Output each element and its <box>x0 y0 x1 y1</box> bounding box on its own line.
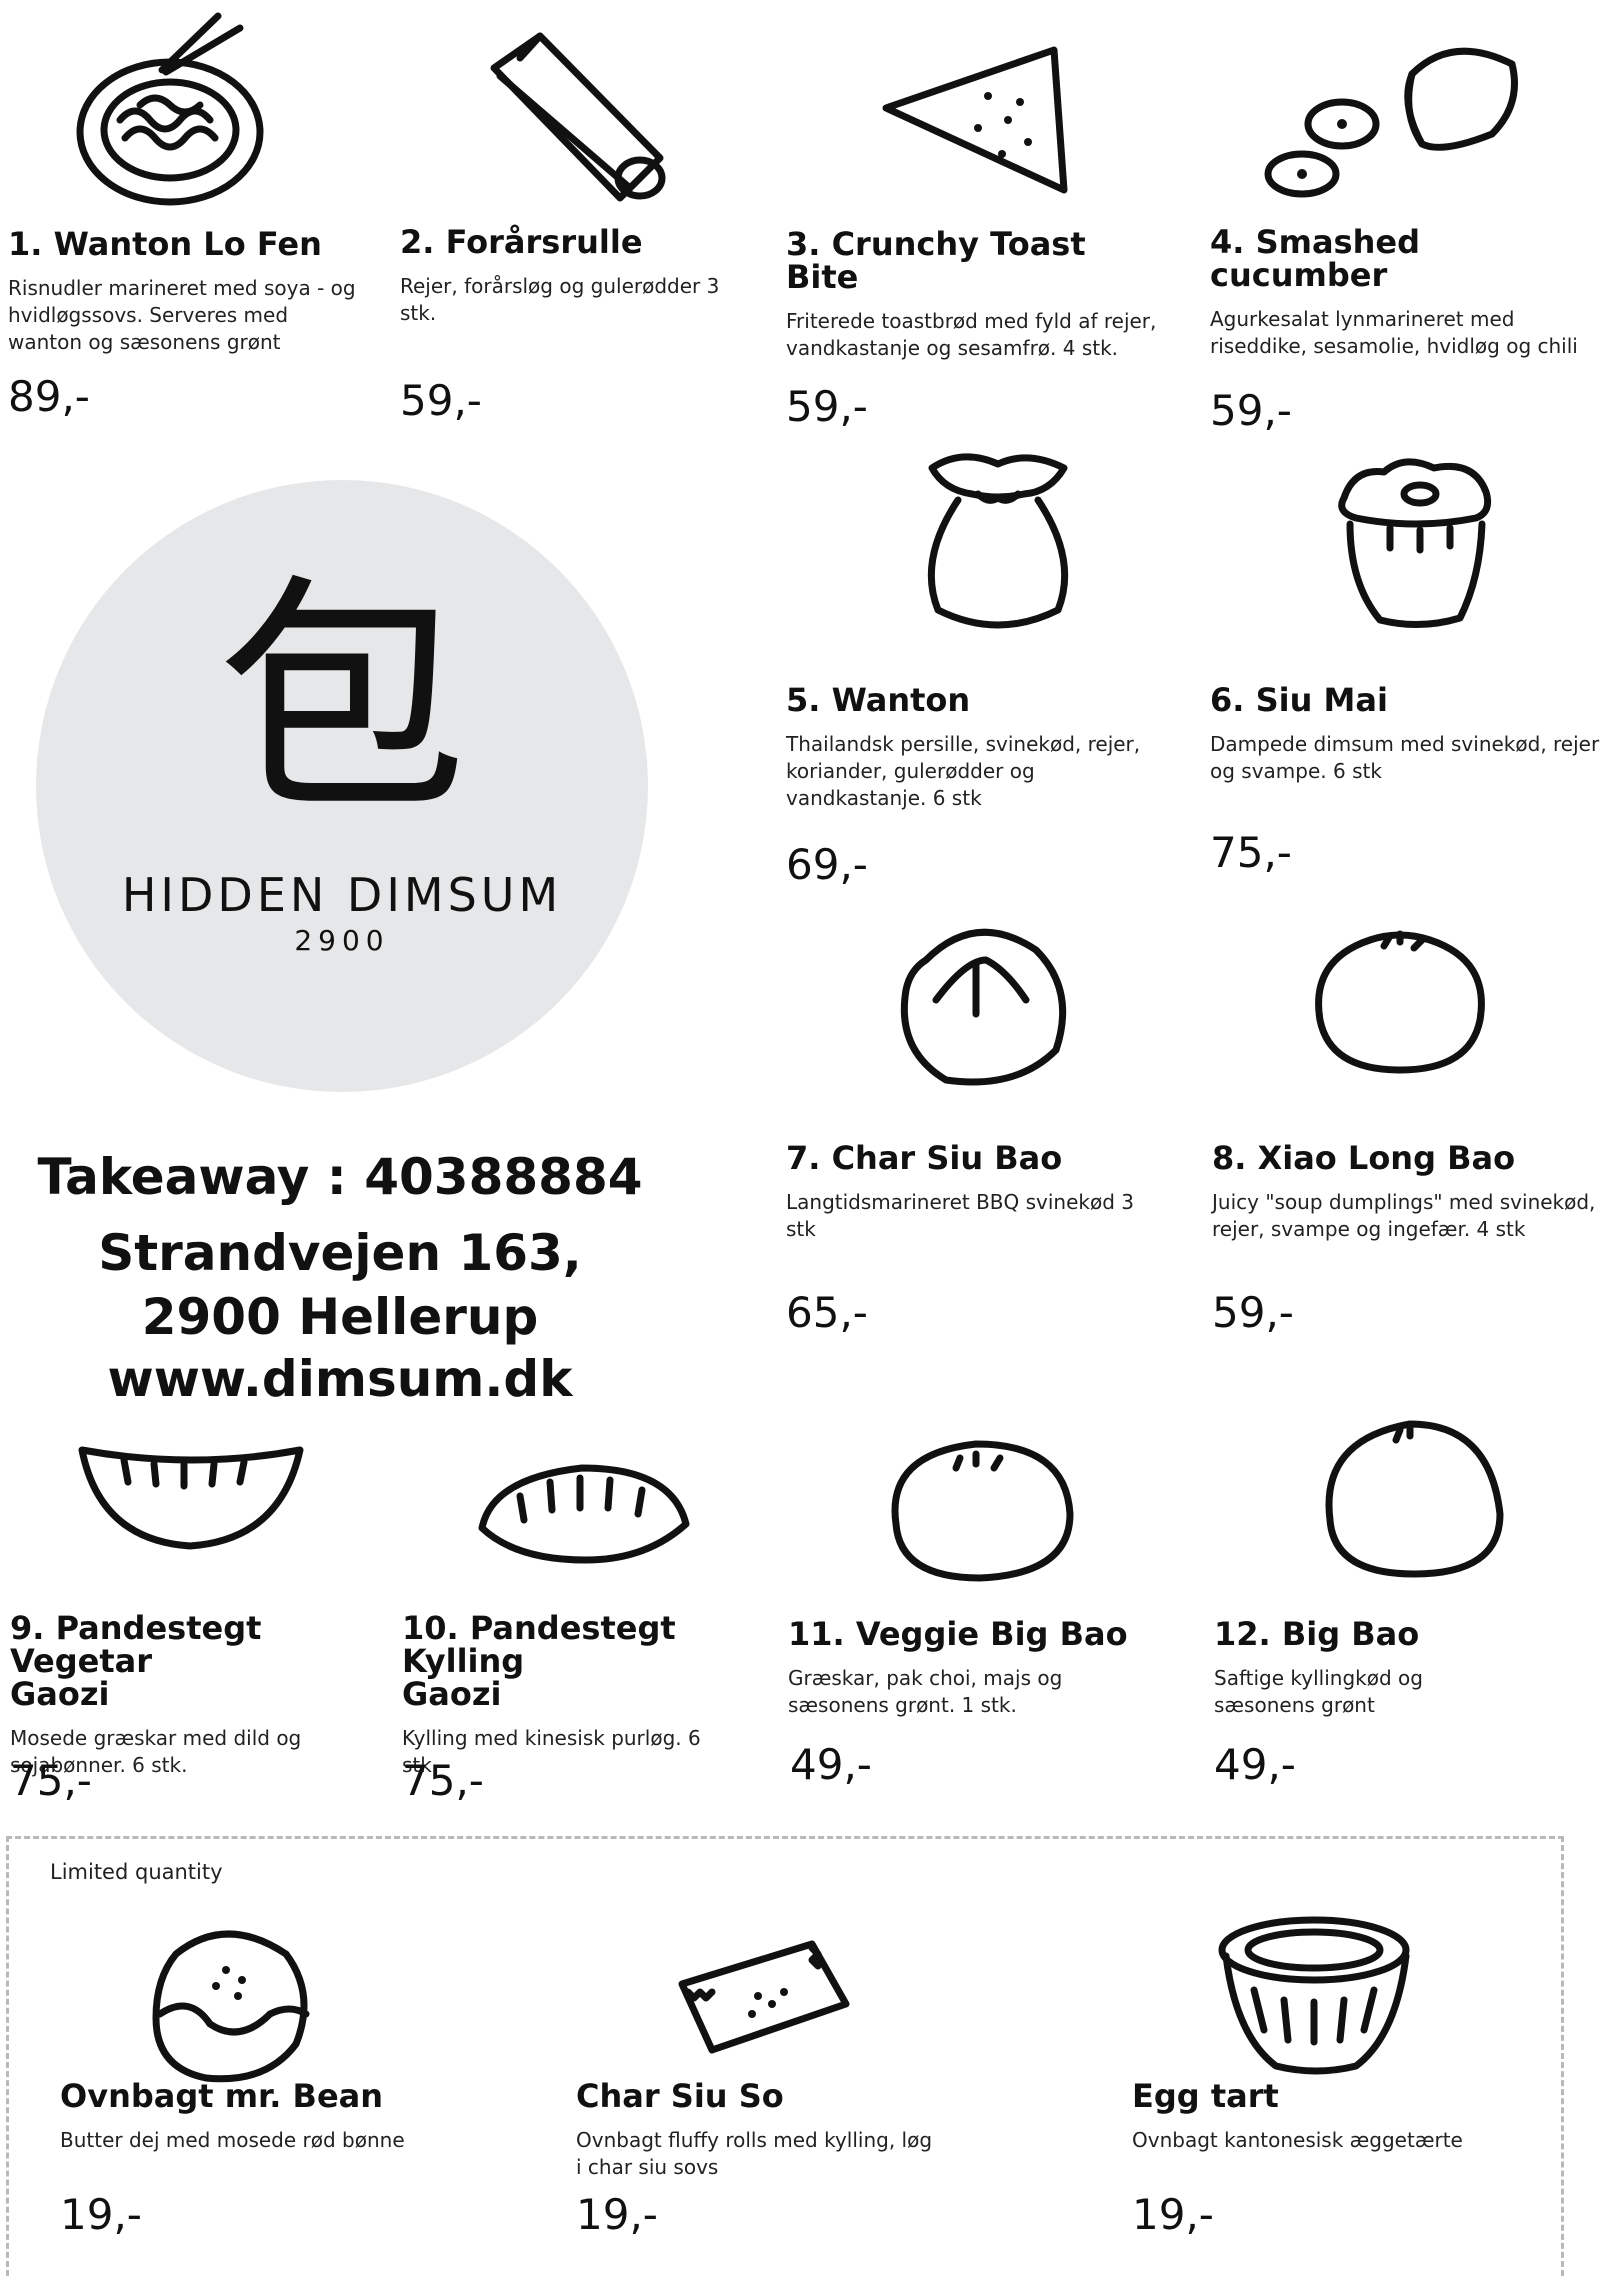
menu-item-title: 3. Crunchy Toast Bite <box>786 225 1086 296</box>
menu-item-title: 11. Veggie Big Bao <box>788 1615 1128 1653</box>
menu-item-6: 6. Siu Mai Dampede dimsum med svinekød, … <box>1210 684 1600 785</box>
limited-item-2: Char Siu So Ovnbagt fluffy rolls med kyl… <box>576 2080 956 2181</box>
menu-item-1: 1. Wanton Lo Fen Risnudler marineret med… <box>8 228 388 356</box>
menu-item-1-price: 89,- <box>8 372 90 421</box>
menu-item-title: 7. Char Siu Bao <box>786 1139 1063 1177</box>
menu-item-7: 7. Char Siu Bao Langtidsmarineret BBQ sv… <box>786 1142 1166 1243</box>
menu-item-11-price: 49,- <box>790 1740 872 1789</box>
egg-tart-icon <box>1218 1916 1410 2075</box>
logo-glyph: 包 <box>217 554 467 845</box>
limited-item-description: Butter dej med mosede rød bønne <box>60 2128 405 2152</box>
menu-item-3: 3. Crunchy Toast Bite Friterede toastbrø… <box>786 228 1166 362</box>
pastry-roll-icon <box>678 1940 850 2054</box>
menu-item-2-price: 59,- <box>400 376 482 425</box>
menu-item-title: 6. Siu Mai <box>1210 681 1388 719</box>
big-bao-icon <box>891 1440 1074 1582</box>
big-bao-icon <box>1325 1420 1504 1578</box>
menu-item-4: 4. Smashed cucumber Agurkesalat lynmarin… <box>1210 226 1605 360</box>
brand-subtitle: 2900 <box>294 924 390 957</box>
menu-item-3-price: 59,- <box>786 382 868 431</box>
menu-item-title: 8. Xiao Long Bao <box>1212 1139 1516 1177</box>
menu-item-title: 4. Smashed cucumber <box>1210 223 1420 294</box>
menu-item-11: 11. Veggie Big Bao Græskar, pak choi, ma… <box>788 1618 1168 1719</box>
menu-item-description: Dampede dimsum med svinekød, rejer og sv… <box>1210 732 1600 783</box>
menu-item-12-price: 49,- <box>1214 1740 1296 1789</box>
menu-item-description: Thailandsk persille, svinekød, rejer, ko… <box>786 732 1141 810</box>
limited-quantity-label: Limited quantity <box>50 1860 223 1884</box>
menu-item-description: Juicy "soup dumplings" med svinekød, rej… <box>1212 1190 1596 1241</box>
menu-item-10-price: 75,- <box>402 1756 484 1805</box>
limited-item-3: Egg tart Ovnbagt kantonesisk æggetærte <box>1132 2080 1532 2154</box>
wanton-pouch-icon <box>927 453 1069 629</box>
limited-item-description: Ovnbagt kantonesisk æggetærte <box>1132 2128 1463 2152</box>
website-link[interactable]: www.dimsum.dk <box>20 1350 660 1408</box>
gaozi-dumpling-icon <box>78 1446 304 1550</box>
menu-item-title: 9. Pandestegt Vegetar Gaozi <box>10 1609 262 1713</box>
menu-item-description: Agurkesalat lynmarineret med riseddike, … <box>1210 307 1578 358</box>
menu-item-description: Saftige kyllingkød og sæsonens grønt <box>1214 1666 1423 1717</box>
siu-mai-icon <box>1338 458 1492 628</box>
char-siu-bao-icon <box>900 928 1067 1086</box>
xiao-long-bao-icon <box>1315 930 1485 1074</box>
menu-item-title: 5. Wanton <box>786 681 971 719</box>
menu-item-title: 10. Pandestegt Kylling Gaozi <box>402 1609 676 1713</box>
menu-item-8: 8. Xiao Long Bao Juicy "soup dumplings" … <box>1212 1142 1602 1243</box>
menu-item-8-price: 59,- <box>1212 1288 1294 1337</box>
spring-roll-icon <box>490 32 666 202</box>
menu-item-description: Risnudler marineret med soya - og hvidlø… <box>8 276 356 354</box>
menu-item-title: 12. Big Bao <box>1214 1615 1420 1653</box>
menu-item-description: Græskar, pak choi, majs og sæsonens grøn… <box>788 1666 1063 1717</box>
gaozi-dumpling-icon <box>478 1464 690 1564</box>
menu-item-4-price: 59,- <box>1210 386 1292 435</box>
limited-item-3-price: 19,- <box>1132 2190 1214 2239</box>
noodle-bowl-icon <box>76 12 264 206</box>
menu-item-title: 1. Wanton Lo Fen <box>8 225 322 263</box>
menu-item-2: 2. Forårsrulle Rejer, forårsløg og guler… <box>400 226 780 327</box>
limited-item-title: Char Siu So <box>576 2077 784 2115</box>
takeaway-phone: Takeaway : 40388884 <box>37 1148 643 1206</box>
menu-item-description: Rejer, forårsløg og gulerødder 3 stk. <box>400 274 720 325</box>
toast-triangle-icon <box>882 46 1068 194</box>
address-street: Strandvejen 163, <box>98 1224 582 1282</box>
red-bean-bun-icon <box>152 1930 310 2083</box>
menu-item-description: Friterede toastbrød med fyld af rejer, v… <box>786 309 1157 360</box>
menu-item-12: 12. Big Bao Saftige kyllingkød og sæsone… <box>1214 1618 1594 1719</box>
menu-item-10: 10. Pandestegt Kylling Gaozi Kylling med … <box>402 1612 782 1779</box>
menu-item-title: 2. Forårsrulle <box>400 223 643 261</box>
limited-item-2-price: 19,- <box>576 2190 658 2239</box>
cucumber-icon <box>1264 47 1518 198</box>
address-city: 2900 Hellerup <box>141 1288 539 1346</box>
brand-name: HIDDEN DIMSUM <box>121 868 563 922</box>
menu-item-5-price: 69,- <box>786 840 868 889</box>
menu-item-6-price: 75,- <box>1210 828 1292 877</box>
menu-item-description: Langtidsmarineret BBQ svinekød 3 stk <box>786 1190 1134 1241</box>
limited-item-1: Ovnbagt mr. Bean Butter dej med mosede r… <box>60 2080 420 2154</box>
limited-item-title: Egg tart <box>1132 2077 1279 2115</box>
menu-item-9-price: 75,- <box>10 1756 92 1805</box>
limited-item-1-price: 19,- <box>60 2190 142 2239</box>
limited-item-description: Ovnbagt fluffy rolls med kylling, løg i … <box>576 2128 933 2179</box>
limited-item-title: Ovnbagt mr. Bean <box>60 2077 384 2115</box>
menu-item-9: 9. Pandestegt Vegetar Gaozi Mosede græska… <box>10 1612 390 1779</box>
menu-item-5: 5. Wanton Thailandsk persille, svinekød,… <box>786 684 1166 812</box>
menu-item-7-price: 65,- <box>786 1288 868 1337</box>
